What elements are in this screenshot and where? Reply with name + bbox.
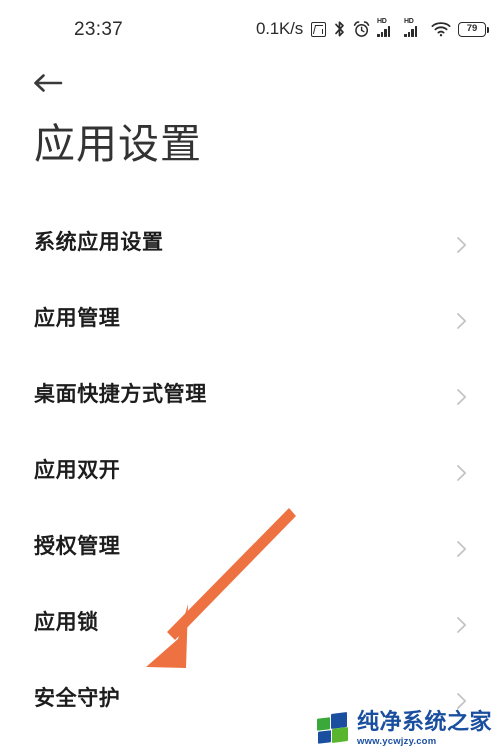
chevron-right-icon (456, 691, 468, 709)
signal-sim2-icon: HD (404, 18, 424, 38)
signal-sim1-icon: HD (377, 18, 397, 38)
chevron-right-icon (456, 539, 468, 557)
chevron-right-icon (456, 615, 468, 633)
watermark-logo-icon (316, 711, 351, 745)
status-bar-icons: 0.1K/s HD HD 79 (256, 17, 489, 41)
battery-icon: 79 (458, 21, 489, 37)
sidebar-item-app-management[interactable]: 应用管理 (0, 279, 500, 355)
sidebar-item-home-shortcut-management[interactable]: 桌面快捷方式管理 (0, 355, 500, 431)
watermark-text: 纯净系统之家 www.ycwjzy.com (356, 709, 492, 747)
sidebar-item-dual-apps[interactable]: 应用双开 (0, 431, 500, 507)
wifi-icon (431, 21, 451, 37)
back-arrow-icon (30, 70, 66, 101)
list-item-label: 应用锁 (34, 611, 99, 634)
sidebar-item-system-app-settings[interactable]: 系统应用设置 (0, 203, 500, 279)
bluetooth-icon (333, 20, 346, 38)
list-item-label: 系统应用设置 (34, 231, 164, 254)
sidebar-item-permission-management[interactable]: 授权管理 (0, 507, 500, 583)
status-bar-clock: 23:37 (74, 19, 124, 40)
alarm-clock-icon (353, 20, 370, 38)
network-speed-label: 0.1K/s (256, 19, 303, 38)
hd-label-sim1: HD (377, 18, 387, 25)
list-item-label: 应用管理 (34, 307, 121, 330)
nfc-icon (311, 21, 326, 37)
watermark-url: www.ycwjzy.com (356, 735, 437, 747)
sidebar-item-app-lock[interactable]: 应用锁 (0, 583, 500, 659)
chevron-right-icon (456, 387, 468, 405)
back-button[interactable] (30, 64, 76, 106)
list-item-label: 应用双开 (34, 459, 121, 482)
phone-screen: 23:37 0.1K/s HD HD 79 应用设置 系统应用设置 应用管理 桌… (0, 0, 500, 750)
chevron-right-icon (456, 311, 468, 329)
list-item-label: 桌面快捷方式管理 (34, 383, 207, 406)
chevron-right-icon (456, 235, 468, 253)
settings-list: 系统应用设置 应用管理 桌面快捷方式管理 应用双开 授权管理 应用锁 安全守护 (0, 203, 500, 735)
list-item-label: 授权管理 (34, 535, 121, 558)
chevron-right-icon (456, 463, 468, 481)
watermark: 纯净系统之家 www.ycwjzy.com (316, 709, 492, 747)
list-item-label: 安全守护 (34, 687, 121, 710)
battery-percent-label: 79 (466, 23, 478, 35)
page-title: 应用设置 (34, 121, 202, 167)
hd-label-sim2: HD (404, 18, 414, 25)
status-bar: 23:37 0.1K/s HD HD 79 (0, 0, 500, 58)
watermark-name: 纯净系统之家 (356, 709, 492, 735)
